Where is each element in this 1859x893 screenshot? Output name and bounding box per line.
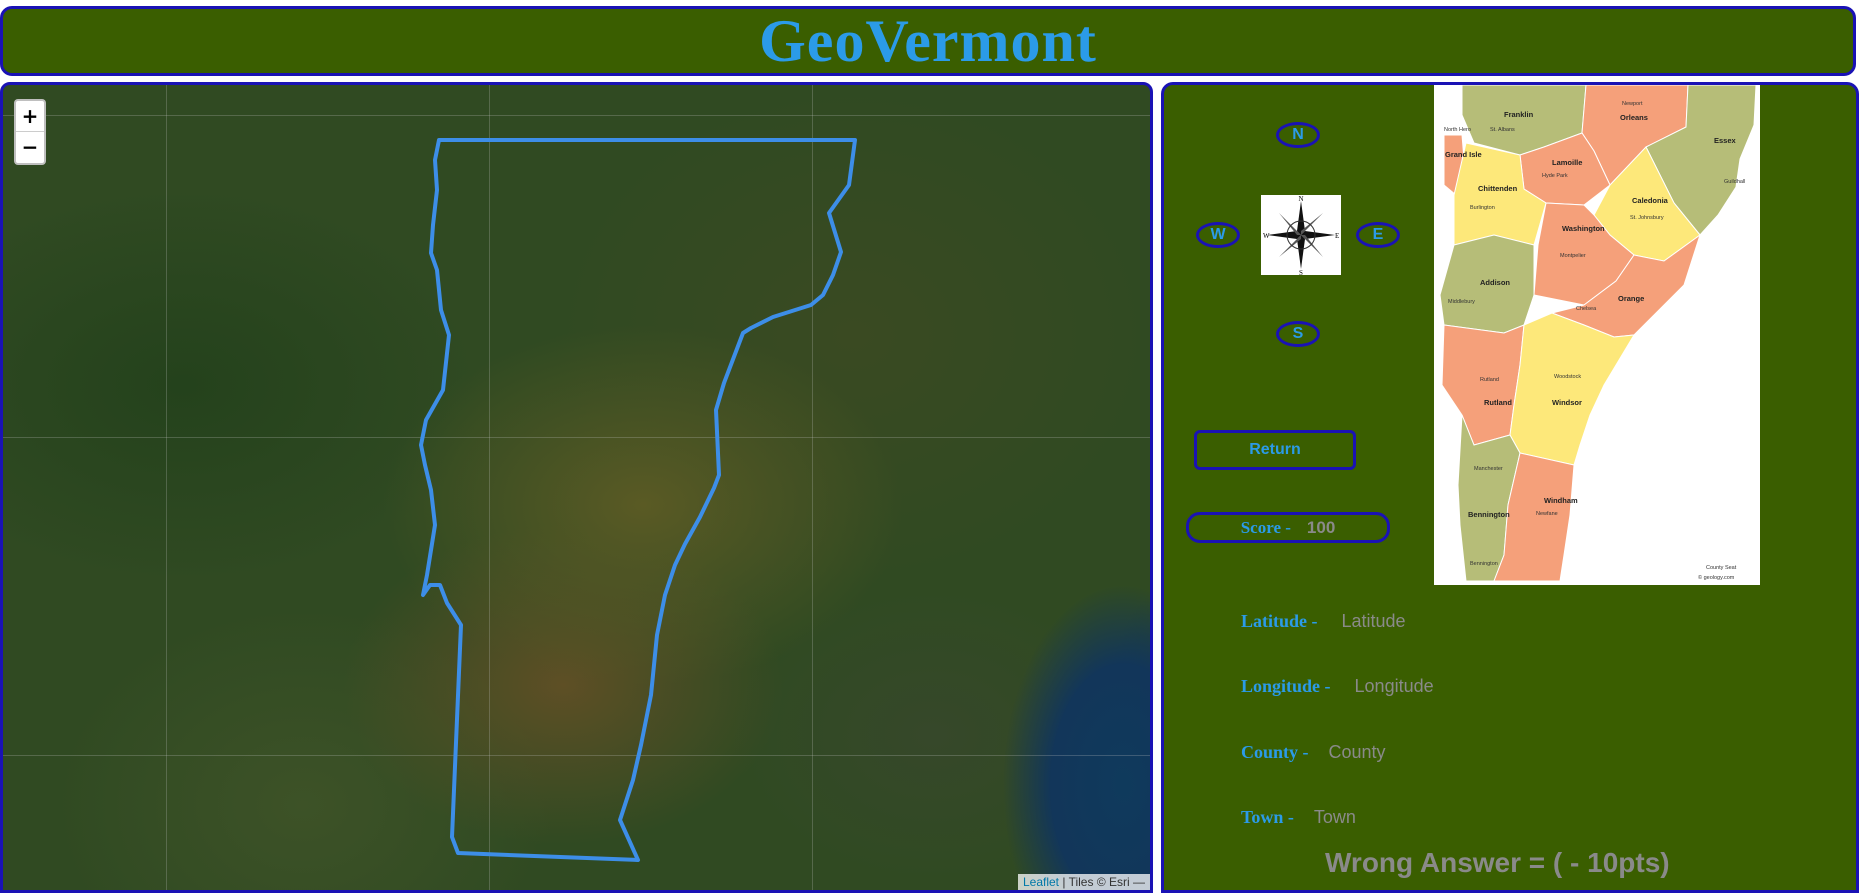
score-display: Score - 100 [1186, 512, 1390, 543]
svg-text:Rutland: Rutland [1480, 377, 1499, 383]
zoom-out-button[interactable]: − [16, 132, 44, 162]
svg-text:County Seat: County Seat [1706, 565, 1737, 571]
svg-text:Grand Isle: Grand Isle [1445, 150, 1482, 159]
score-label: Score - [1240, 517, 1291, 537]
svg-text:W: W [1263, 232, 1270, 240]
svg-text:Guildhall: Guildhall [1724, 179, 1745, 185]
svg-text:Burlington: Burlington [1470, 205, 1495, 211]
svg-text:North Hero: North Hero [1444, 127, 1471, 133]
svg-text:Newport: Newport [1622, 101, 1643, 107]
county-value: County [1328, 742, 1386, 762]
latitude-value: Latitude [1341, 611, 1406, 631]
svg-text:Essex: Essex [1714, 136, 1737, 145]
svg-text:Woodstock: Woodstock [1554, 374, 1581, 380]
satellite-map[interactable]: + − Leaflet | Tiles © Esri — [0, 82, 1153, 893]
svg-text:Caledonia: Caledonia [1632, 196, 1669, 205]
longitude-row: Longitude - Longitude [1241, 676, 1434, 697]
county-label: County - [1241, 742, 1309, 762]
vermont-boundary [419, 138, 857, 862]
svg-text:Chelsea: Chelsea [1576, 306, 1597, 312]
svg-text:St. Albans: St. Albans [1490, 127, 1515, 133]
svg-text:Orange: Orange [1618, 294, 1644, 303]
svg-text:Middlebury: Middlebury [1448, 299, 1475, 305]
map-attribution: Leaflet | Tiles © Esri — [1017, 874, 1150, 890]
svg-text:Newfane: Newfane [1536, 511, 1558, 517]
west-button[interactable]: W [1196, 222, 1240, 248]
south-button[interactable]: S [1276, 321, 1320, 347]
svg-text:Rutland: Rutland [1484, 398, 1512, 407]
svg-text:Bennington: Bennington [1468, 510, 1510, 519]
town-label: Town - [1241, 807, 1294, 827]
svg-text:Hyde Park: Hyde Park [1542, 173, 1568, 179]
svg-text:E: E [1335, 232, 1339, 240]
svg-text:S: S [1299, 269, 1303, 275]
longitude-value: Longitude [1354, 676, 1434, 696]
svg-text:Addison: Addison [1480, 278, 1510, 287]
svg-text:Montpelier: Montpelier [1560, 253, 1586, 259]
zoom-in-button[interactable]: + [16, 101, 44, 132]
town-row: Town - Town [1241, 807, 1356, 828]
app-title: GeoVermont [759, 8, 1097, 74]
latitude-label: Latitude - [1241, 611, 1318, 631]
county-row: County - County [1241, 742, 1386, 763]
penalty-notice: Wrong Answer = ( - 10pts) [1325, 847, 1670, 878]
svg-text:Washington: Washington [1562, 224, 1605, 233]
svg-text:Lamoille: Lamoille [1552, 158, 1582, 167]
tiles-credit: | Tiles © Esri — [1062, 875, 1145, 889]
app-header: GeoVermont [0, 6, 1856, 76]
svg-text:Franklin: Franklin [1504, 110, 1534, 119]
svg-text:© geology.com: © geology.com [1698, 574, 1735, 581]
svg-text:Manchester: Manchester [1474, 466, 1503, 472]
north-button[interactable]: N [1276, 122, 1320, 148]
score-value: 100 [1306, 517, 1336, 537]
compass-rose-icon: N S W E [1261, 195, 1341, 277]
longitude-label: Longitude - [1241, 676, 1331, 696]
latitude-row: Latitude - Latitude [1241, 611, 1406, 632]
control-panel: N W E S N S W E Return Score - 100 Frank… [1161, 82, 1859, 893]
zoom-control: + − [14, 99, 46, 165]
east-button[interactable]: E [1356, 222, 1400, 248]
svg-text:Bennington: Bennington [1470, 561, 1498, 567]
town-value: Town [1313, 807, 1356, 827]
svg-text:St. Johnsbury: St. Johnsbury [1630, 215, 1664, 221]
vermont-county-map: Franklin Orleans Essex Grand Isle Lamoil… [1434, 85, 1760, 585]
leaflet-link[interactable]: Leaflet [1023, 875, 1059, 889]
svg-text:Windsor: Windsor [1552, 398, 1582, 407]
svg-text:Windham: Windham [1544, 496, 1578, 505]
svg-text:Chittenden: Chittenden [1478, 184, 1518, 193]
svg-text:N: N [1298, 195, 1303, 203]
svg-text:Orleans: Orleans [1620, 113, 1648, 122]
return-button[interactable]: Return [1194, 430, 1356, 470]
vermont-outline-path [419, 138, 857, 862]
